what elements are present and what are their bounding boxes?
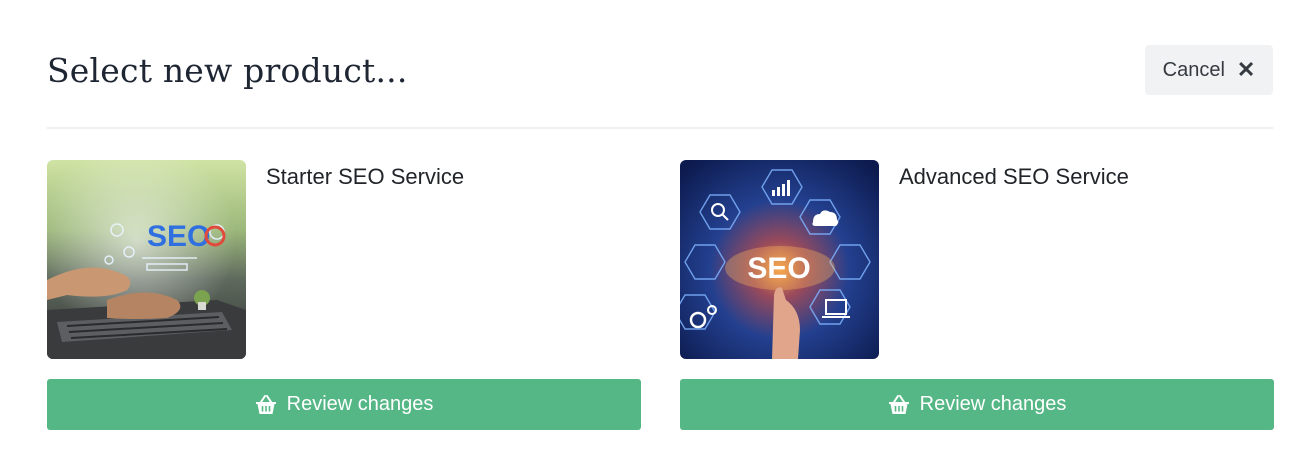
close-icon: ✕ xyxy=(1236,57,1256,82)
seo-laptop-image: SEO xyxy=(47,160,246,359)
product-card-advanced: SEO Advanced SEO Service Review changes xyxy=(680,160,1274,430)
product-name: Starter SEO Service xyxy=(266,164,465,189)
cancel-label: Cancel xyxy=(1162,58,1225,81)
seo-network-image: SEO xyxy=(680,160,879,359)
product-selector: Select new product... Cancel ✕ SEO Start… xyxy=(0,0,1306,466)
header: Select new product... Cancel ✕ xyxy=(47,44,1273,96)
review-changes-label: Review changes xyxy=(919,393,1067,415)
product-card-starter: SEO Starter SEO Service Review changes xyxy=(47,160,641,430)
basket-icon xyxy=(888,394,909,414)
basket-icon xyxy=(255,394,276,414)
divider xyxy=(47,127,1273,129)
product-name: Advanced SEO Service xyxy=(899,164,1129,189)
product-image-advanced[interactable]: SEO xyxy=(680,160,879,359)
product-image-starter[interactable]: SEO xyxy=(47,160,246,359)
review-changes-label: Review changes xyxy=(286,393,434,415)
review-changes-button[interactable]: Review changes xyxy=(47,379,641,430)
cancel-button[interactable]: Cancel ✕ xyxy=(1145,45,1273,95)
page-title: Select new product... xyxy=(47,50,408,90)
review-changes-button[interactable]: Review changes xyxy=(680,379,1274,430)
seo-overlay-text: SEO xyxy=(747,252,810,285)
seo-overlay-text: SEO xyxy=(147,220,210,253)
